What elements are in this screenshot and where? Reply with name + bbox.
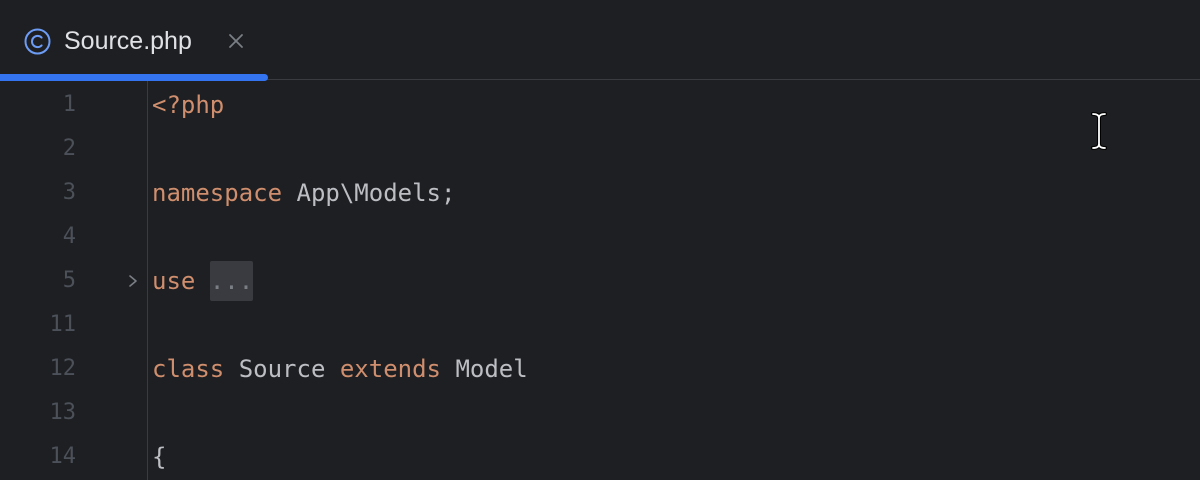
code-line[interactable]: 2 bbox=[0, 127, 1200, 171]
code-line[interactable]: 3 namespace App\Models; bbox=[0, 171, 1200, 215]
line-number: 5 bbox=[62, 268, 76, 293]
code-token: Model bbox=[441, 355, 528, 383]
code-token: { bbox=[152, 443, 167, 471]
code-text: { bbox=[152, 435, 166, 479]
code-editor[interactable]: 1 <?php 2 3 namespace App\Models; 4 5 use ... 11… bbox=[0, 81, 1200, 480]
editor-tab-bar: Source.php bbox=[0, 0, 1200, 81]
class-c-icon bbox=[24, 28, 51, 55]
code-text: use ... bbox=[152, 259, 254, 303]
line-number: 3 bbox=[62, 180, 76, 205]
code-token: App\Models; bbox=[282, 179, 456, 207]
active-tab-indicator bbox=[0, 74, 268, 81]
code-line[interactable]: 12 class Source extends Model bbox=[0, 347, 1200, 391]
keyword-token: use bbox=[152, 267, 196, 295]
line-number: 1 bbox=[62, 92, 76, 117]
code-text: class Source extends Model bbox=[152, 347, 528, 391]
line-number: 14 bbox=[49, 444, 77, 469]
folded-region[interactable]: ... bbox=[209, 261, 254, 301]
chevron-right-icon[interactable] bbox=[126, 273, 140, 289]
code-line[interactable]: 11 bbox=[0, 303, 1200, 347]
keyword-token: <?php bbox=[152, 91, 225, 119]
keyword-token: namespace bbox=[152, 179, 283, 207]
line-number: 12 bbox=[49, 356, 77, 381]
tab-source-php[interactable]: Source.php bbox=[0, 0, 268, 81]
code-token: Source bbox=[224, 355, 340, 383]
keyword-token: extends bbox=[339, 355, 441, 383]
line-number: 4 bbox=[62, 224, 76, 249]
code-line[interactable]: 14 { bbox=[0, 435, 1200, 479]
code-line[interactable]: 4 bbox=[0, 215, 1200, 259]
text-cursor-icon bbox=[1091, 112, 1107, 150]
keyword-token: class bbox=[152, 355, 225, 383]
code-text: <?php bbox=[152, 83, 224, 127]
code-line[interactable]: 1 <?php bbox=[0, 83, 1200, 127]
line-number: 2 bbox=[62, 136, 76, 161]
code-text: namespace App\Models; bbox=[152, 171, 455, 215]
code-line[interactable]: 5 use ... bbox=[0, 259, 1200, 303]
close-icon[interactable] bbox=[226, 31, 246, 51]
code-line[interactable]: 13 bbox=[0, 391, 1200, 435]
tab-title: Source.php bbox=[64, 27, 192, 55]
line-number: 13 bbox=[49, 400, 77, 425]
line-number: 11 bbox=[49, 312, 77, 337]
